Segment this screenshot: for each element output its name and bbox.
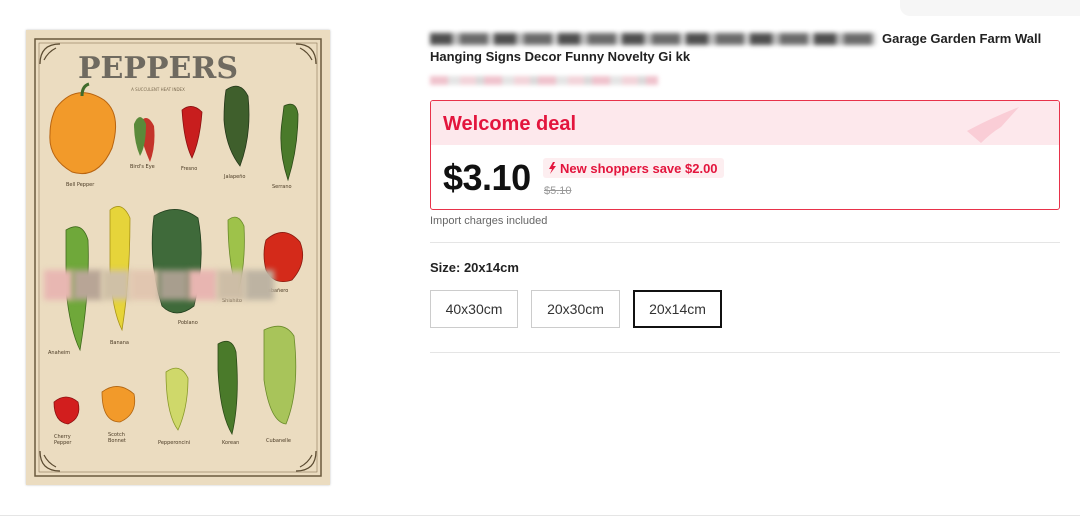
- save-badge: New shoppers save $2.00: [543, 158, 724, 178]
- product-title-line2: Hanging Signs Decor Funny Novelty Gi kk: [430, 49, 691, 64]
- svg-text:Korean: Korean: [222, 440, 239, 446]
- poster-title: PEPPERS: [78, 51, 238, 86]
- deal-header: Welcome deal: [431, 101, 1059, 145]
- svg-text:Bird's Eye: Bird's Eye: [130, 164, 155, 170]
- divider: [430, 352, 1060, 353]
- svg-text:Bonnet: Bonnet: [108, 438, 126, 444]
- size-option-20x30[interactable]: 20x30cm: [531, 290, 620, 328]
- size-option-20x14[interactable]: 20x14cm: [633, 290, 722, 328]
- divider: [0, 515, 1080, 516]
- svg-text:Jalapeño: Jalapeño: [223, 174, 245, 180]
- svg-text:Banana: Banana: [110, 340, 129, 346]
- blurred-watermark: [44, 270, 274, 300]
- svg-text:A SUCCULENT HEAT INDEX: A SUCCULENT HEAT INDEX: [131, 87, 185, 92]
- size-option-40x30[interactable]: 40x30cm: [430, 290, 518, 328]
- size-label: Size: 20x14cm: [430, 260, 519, 275]
- svg-text:Cubanelle: Cubanelle: [266, 438, 291, 444]
- import-charges-note: Import charges included: [430, 215, 548, 227]
- svg-text:Serrano: Serrano: [272, 184, 292, 190]
- product-title[interactable]: Garage Garden Farm Wall: [430, 30, 1070, 48]
- original-price: $5.10: [544, 185, 572, 197]
- welcome-deal-box: Welcome deal $3.10 New shoppers save $2.…: [430, 100, 1060, 210]
- deal-title: Welcome deal: [443, 113, 577, 135]
- poster-artwork: PEPPERS A SUCCULENT HEAT INDEX Bell Pepp…: [26, 30, 330, 485]
- divider: [430, 242, 1060, 243]
- svg-text:Pepperoncini: Pepperoncini: [158, 440, 190, 446]
- size-options: 40x30cm 20x30cm 20x14cm: [430, 290, 722, 328]
- svg-text:Bell Pepper: Bell Pepper: [66, 182, 95, 188]
- save-text: New shoppers save $2.00: [560, 160, 718, 176]
- svg-text:Anaheim: Anaheim: [48, 350, 70, 356]
- svg-text:Pepper: Pepper: [54, 440, 72, 446]
- flame-icon: [549, 162, 556, 174]
- svg-text:Fresno: Fresno: [181, 166, 197, 172]
- top-right-fragment: [900, 0, 1080, 16]
- sale-price: $3.10: [443, 157, 531, 198]
- blurred-meta: [430, 76, 658, 85]
- product-title-tail: Garage Garden Farm Wall: [882, 31, 1042, 46]
- blurred-title-text: [430, 33, 876, 45]
- svg-text:Poblano: Poblano: [178, 320, 198, 326]
- deal-decoration-icon: [967, 107, 1019, 143]
- product-image[interactable]: PEPPERS A SUCCULENT HEAT INDEX Bell Pepp…: [26, 30, 330, 485]
